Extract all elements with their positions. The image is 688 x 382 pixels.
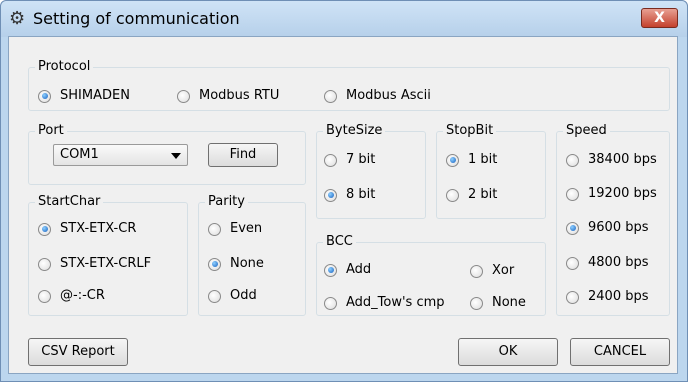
- startchar-stx-etx-crlf-radio[interactable]: STX-ETX-CRLF: [38, 255, 151, 273]
- radio-label: STX-ETX-CR: [60, 221, 137, 236]
- protocol-shimaden-radio[interactable]: SHIMADEN: [38, 87, 130, 105]
- port-selected-value: COM1: [60, 147, 99, 162]
- radio-indicator: [324, 296, 337, 310]
- close-button[interactable]: X: [641, 8, 678, 28]
- startchar-legend: StartChar: [35, 194, 104, 210]
- radio-indicator: [38, 89, 51, 103]
- radio-label: 19200 bps: [588, 186, 657, 201]
- radio-indicator: [566, 187, 579, 201]
- bytesize-7bit-radio[interactable]: 7 bit: [324, 151, 375, 169]
- bcc-legend: BCC: [323, 234, 356, 250]
- radio-indicator: [177, 89, 190, 103]
- bytesize-group: ByteSize: [316, 123, 426, 219]
- radio-label: Add: [346, 262, 372, 277]
- radio-indicator: [38, 222, 51, 236]
- bcc-xor-radio[interactable]: Xor: [470, 262, 514, 280]
- speed-38400-radio[interactable]: 38400 bps: [566, 151, 657, 169]
- radio-label: 2400 bps: [588, 289, 649, 304]
- bytesize-8bit-radio[interactable]: 8 bit: [324, 186, 375, 204]
- stopbit-2bit-radio[interactable]: 2 bit: [446, 186, 497, 204]
- chevron-down-icon: [171, 153, 181, 159]
- radio-label: Xor: [492, 263, 515, 278]
- radio-indicator: [208, 222, 221, 236]
- radio-indicator: [470, 264, 483, 278]
- radio-label: 4800 bps: [588, 255, 649, 270]
- parity-legend: Parity: [205, 194, 248, 210]
- radio-label: Add_Tow's cmp: [346, 295, 445, 310]
- radio-label: SHIMADEN: [60, 88, 130, 103]
- window-title: Setting of communication: [33, 9, 240, 28]
- stopbit-1bit-radio[interactable]: 1 bit: [446, 151, 497, 169]
- radio-label: STX-ETX-CRLF: [60, 256, 152, 271]
- radio-indicator: [208, 289, 221, 303]
- protocol-legend: Protocol: [35, 59, 94, 75]
- radio-label: 38400 bps: [588, 152, 657, 167]
- csv-report-button[interactable]: CSV Report: [28, 338, 128, 366]
- radio-indicator: [38, 289, 51, 303]
- radio-indicator: [446, 153, 459, 167]
- radio-label: 7 bit: [346, 152, 376, 167]
- radio-indicator: [324, 188, 337, 202]
- speed-19200-radio[interactable]: 19200 bps: [566, 185, 657, 203]
- ok-button[interactable]: OK: [458, 338, 558, 366]
- parity-odd-radio[interactable]: Odd: [208, 287, 257, 305]
- find-button[interactable]: Find: [208, 143, 278, 167]
- radio-indicator: [324, 263, 337, 277]
- radio-indicator: [566, 256, 579, 270]
- radio-indicator: [324, 153, 337, 167]
- bcc-add-radio[interactable]: Add: [324, 261, 371, 279]
- radio-label: Modbus RTU: [199, 88, 280, 103]
- protocol-modbus-rtu-radio[interactable]: Modbus RTU: [177, 87, 279, 105]
- radio-indicator: [208, 257, 221, 271]
- radio-label: 8 bit: [346, 187, 376, 202]
- speed-2400-radio[interactable]: 2400 bps: [566, 288, 649, 306]
- gear-icon: ⚙: [9, 8, 26, 29]
- startchar-at-cr-radio[interactable]: @-:-CR: [38, 287, 105, 305]
- radio-indicator: [566, 290, 579, 304]
- port-select[interactable]: COM1: [53, 144, 188, 166]
- speed-legend: Speed: [563, 123, 610, 139]
- speed-9600-radio[interactable]: 9600 bps: [566, 219, 649, 237]
- speed-4800-radio[interactable]: 4800 bps: [566, 254, 649, 272]
- stopbit-group: StopBit: [436, 123, 546, 219]
- radio-label: Even: [230, 221, 263, 236]
- parity-even-radio[interactable]: Even: [208, 220, 262, 238]
- bcc-none-radio[interactable]: None: [470, 294, 526, 312]
- radio-label: @-:-CR: [60, 288, 105, 303]
- radio-indicator: [324, 89, 337, 103]
- protocol-modbus-ascii-radio[interactable]: Modbus Ascii: [324, 87, 431, 105]
- radio-indicator: [38, 257, 51, 271]
- radio-label: None: [230, 256, 264, 271]
- close-icon: X: [654, 10, 665, 26]
- title-bar[interactable]: ⚙ Setting of communication X: [1, 1, 687, 37]
- bcc-add-tows-cmp-radio[interactable]: Add_Tow's cmp: [324, 294, 445, 312]
- cancel-button[interactable]: CANCEL: [570, 338, 670, 366]
- radio-label: Modbus Ascii: [346, 88, 431, 103]
- stopbit-legend: StopBit: [443, 123, 497, 139]
- radio-indicator: [566, 153, 579, 167]
- radio-indicator: [566, 221, 579, 235]
- radio-indicator: [446, 188, 459, 202]
- startchar-stx-etx-cr-radio[interactable]: STX-ETX-CR: [38, 220, 136, 238]
- radio-indicator: [470, 296, 483, 310]
- bytesize-legend: ByteSize: [323, 123, 386, 139]
- radio-label: Odd: [230, 288, 257, 303]
- parity-none-radio[interactable]: None: [208, 255, 264, 273]
- port-legend: Port: [35, 123, 67, 139]
- radio-label: 9600 bps: [588, 220, 649, 235]
- radio-label: None: [492, 295, 526, 310]
- radio-label: 1 bit: [468, 152, 498, 167]
- radio-label: 2 bit: [468, 187, 498, 202]
